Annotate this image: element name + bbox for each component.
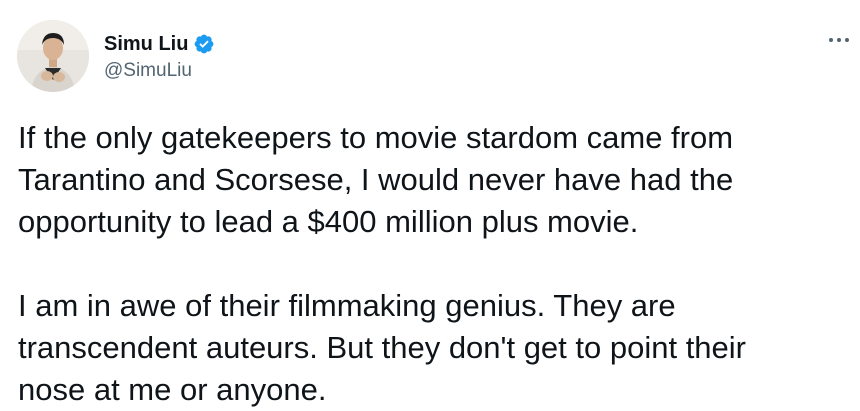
tweet-line: opportunity to lead a $400 million plus … — [18, 204, 639, 239]
profile-photo — [17, 20, 89, 92]
more-options-icon[interactable] — [826, 30, 852, 50]
tweet-line: nose at me or anyone. — [18, 372, 327, 407]
verified-badge-icon — [193, 33, 215, 55]
tweet-line: Tarantino and Scorsese, I would never ha… — [18, 162, 734, 197]
tweet-card: Simu Liu @SimuLiu If the only gatekeeper… — [0, 0, 860, 411]
tweet-paragraph-1: If the only gatekeepers to movie stardom… — [18, 117, 854, 243]
tweet-line: transcendent auteurs. But they don't get… — [18, 330, 747, 365]
avatar[interactable] — [17, 20, 89, 92]
tweet-line: I am in awe of their filmmaking genius. … — [18, 288, 676, 323]
display-name[interactable]: Simu Liu — [104, 31, 188, 57]
author-name-row: Simu Liu — [104, 31, 215, 57]
tweet-line: If the only gatekeepers to movie stardom… — [18, 120, 734, 155]
tweet-paragraph-2: I am in awe of their filmmaking genius. … — [18, 285, 854, 411]
author-handle[interactable]: @SimuLiu — [104, 59, 192, 83]
tweet-text: If the only gatekeepers to movie stardom… — [18, 117, 854, 411]
